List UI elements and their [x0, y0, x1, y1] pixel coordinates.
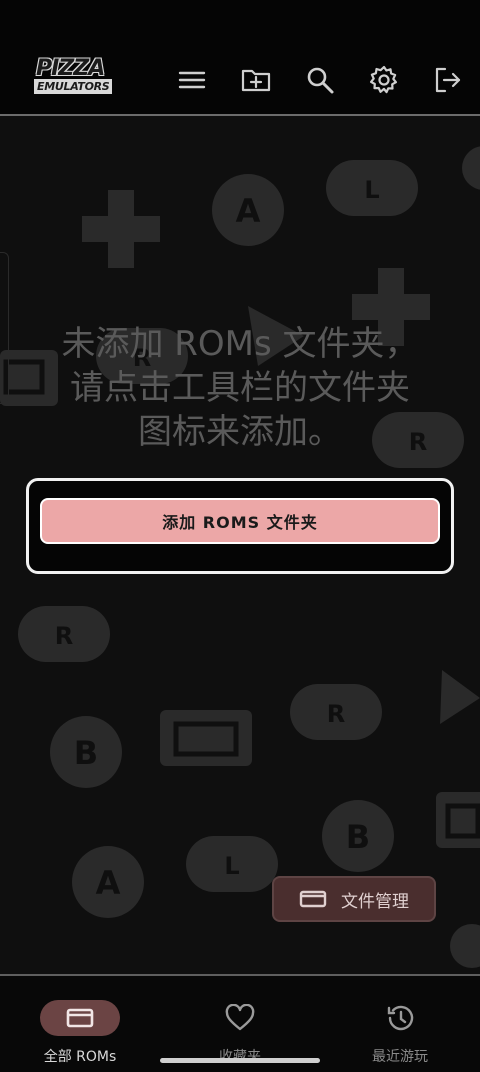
nav-label: 全部 ROMs — [43, 1049, 117, 1065]
svg-text:A: A — [236, 192, 261, 230]
nav-recently-played[interactable]: 最近游玩 — [320, 976, 480, 1072]
svg-text:R: R — [55, 622, 73, 650]
menu-icon[interactable] — [176, 64, 208, 96]
console-icon — [66, 1008, 94, 1028]
gesture-bar[interactable] — [160, 1058, 320, 1063]
file-manager-button[interactable]: 文件管理 — [272, 876, 436, 922]
file-manager-label: 文件管理 — [341, 891, 409, 912]
scroll-edge-hint — [0, 252, 9, 404]
gear-icon[interactable] — [368, 64, 400, 96]
nav-label: 最近游玩 — [372, 1049, 428, 1065]
add-roms-folder-button[interactable]: 添加 ROMS 文件夹 — [40, 498, 440, 544]
top-app-bar: PIZZA EMULATORS — [0, 0, 480, 116]
logo-text-emulators: EMULATORS — [34, 79, 113, 94]
nav-label: 收藏夹 — [219, 1049, 261, 1065]
empty-state-message: 未添加 ROMs 文件夹，请点击工具栏的文件夹图标来添加。 — [61, 324, 419, 452]
nav-all-roms[interactable]: 全部 ROMs — [0, 976, 160, 1072]
console-icon — [299, 890, 327, 908]
heart-icon — [225, 1004, 255, 1031]
svg-text:R: R — [327, 700, 345, 728]
svg-text:L: L — [364, 176, 379, 204]
svg-text:A: A — [96, 864, 121, 902]
app-logo: PIZZA EMULATORS — [34, 56, 118, 102]
svg-text:L: L — [224, 852, 239, 880]
add-folder-icon[interactable] — [240, 64, 272, 96]
history-icon — [387, 1005, 414, 1031]
svg-text:B: B — [346, 818, 370, 856]
logo-text-pizza: PIZZA — [36, 56, 105, 81]
logout-icon[interactable] — [432, 64, 464, 96]
svg-text:B: B — [74, 734, 98, 772]
search-icon[interactable] — [304, 64, 336, 96]
